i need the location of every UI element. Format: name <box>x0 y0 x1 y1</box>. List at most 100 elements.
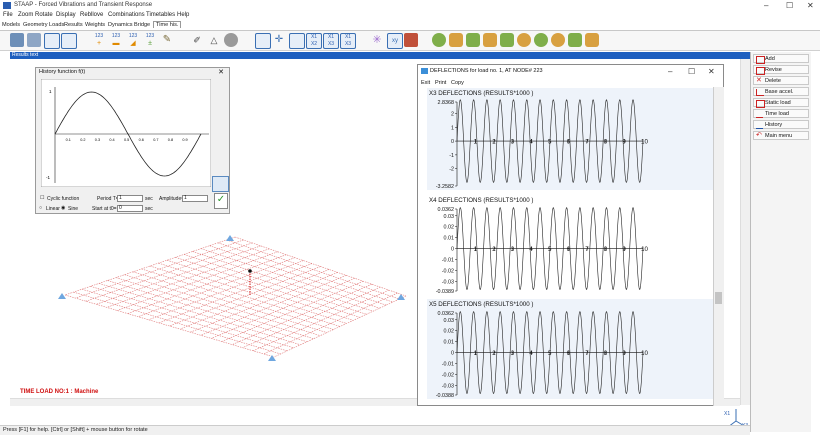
chart-y-tick-label: -0.01 <box>442 362 454 368</box>
amplitude-input[interactable]: 1 <box>182 195 208 202</box>
menu-rotate[interactable]: Rotate <box>35 12 53 18</box>
linear-label: Linear <box>46 206 60 212</box>
cube-view-icon[interactable] <box>27 33 41 47</box>
maximize-button[interactable]: ☐ <box>786 1 793 10</box>
side-item-label: Static load <box>765 100 791 106</box>
chart-window-icon <box>421 68 428 74</box>
side-item-history[interactable]: History <box>753 120 809 129</box>
deflections-window: DEFLECTIONS for load no. 1, AT NODE# 223… <box>417 64 724 406</box>
side-item-static-load[interactable]: Static load <box>753 98 809 108</box>
minimize-button[interactable]: – <box>764 1 768 10</box>
history-x-tick-label: 0.9 <box>182 138 187 142</box>
node-icon[interactable]: ✛ <box>272 33 286 47</box>
tab-dynamics[interactable]: Dynamics <box>108 22 133 28</box>
menu-help[interactable]: Help <box>177 12 189 18</box>
shape-2-icon[interactable] <box>449 33 463 47</box>
shape-10-icon[interactable] <box>585 33 599 47</box>
history-preview-icon[interactable] <box>212 176 229 192</box>
period-input[interactable]: 1 <box>117 195 143 202</box>
load-123-stack-icon[interactable]: 123 ± <box>143 33 157 47</box>
load-123-slope-icon[interactable]: 123 ◢ <box>126 33 140 47</box>
support-markers <box>58 235 405 361</box>
deflections-vertical-scrollbar[interactable] <box>713 87 724 406</box>
linear-radio[interactable]: ○ <box>39 205 42 211</box>
x1-icon[interactable]: X1 X2 <box>306 33 322 49</box>
chart-y-tick-label: -0.0388 <box>436 393 454 399</box>
load-123-plus-icon[interactable]: 123 + <box>92 33 106 47</box>
history-icon <box>756 122 763 129</box>
side-item-revise[interactable]: Revise <box>753 65 809 75</box>
shape-4-icon[interactable] <box>483 33 497 47</box>
cyclic-checkbox[interactable]: ☐ <box>40 195 44 201</box>
chart-title: X3 DEFLECTIONS (RESULTS*1000 ) <box>429 90 533 97</box>
tab-bridge[interactable]: Bridge <box>134 22 150 28</box>
side-item-time-load[interactable]: Time load <box>753 109 809 118</box>
brush-icon[interactable]: ✎ <box>160 33 174 47</box>
shape-9-icon[interactable] <box>568 33 582 47</box>
load-123-minus-icon[interactable]: 123 ▬ <box>109 33 123 47</box>
shape-7-icon[interactable] <box>534 33 548 47</box>
tab-loads[interactable]: Loads <box>49 22 64 28</box>
menu-combinations[interactable]: Combinations <box>108 12 145 18</box>
ok-checkmark-button[interactable]: ✓ <box>214 193 228 209</box>
side-item-base-accel[interactable]: Base accel. <box>753 87 809 96</box>
x2-icon[interactable]: X1 X3 <box>323 33 339 49</box>
history-close-button[interactable]: ✕ <box>218 68 224 76</box>
xy-icon[interactable]: xy <box>387 33 403 49</box>
shape-6-icon[interactable] <box>517 33 531 47</box>
deflections-close-button[interactable]: ✕ <box>708 67 715 76</box>
deflections-minimize-button[interactable]: – <box>668 67 672 76</box>
shape-3-icon[interactable] <box>466 33 480 47</box>
menu-timetables[interactable]: Timetables <box>146 12 175 18</box>
tab-results[interactable]: Results <box>64 22 83 28</box>
chart-x-tick-label: 3 <box>511 350 515 357</box>
side-command-panel: Add Revise ✕ Delete Base accel. Static lo… <box>750 52 811 432</box>
layers-icon[interactable] <box>224 33 238 47</box>
menu-copy[interactable]: Copy <box>451 80 464 86</box>
deflections-maximize-button[interactable]: ☐ <box>688 67 695 76</box>
chart-y-tick-label: 0.01 <box>444 236 455 242</box>
tab-weights[interactable]: Weights <box>85 22 105 28</box>
color-icon[interactable] <box>404 33 418 47</box>
side-item-main-menu[interactable]: ↶ Main menu <box>753 131 809 140</box>
x3-icon[interactable]: X1 X3 <box>340 33 356 49</box>
3d-view-icon[interactable] <box>10 33 24 47</box>
chart-x-tick-label: 7 <box>585 350 589 357</box>
side-item-add[interactable]: Add <box>753 54 809 64</box>
chart-y-tick-label: 0.02 <box>444 329 455 335</box>
menu-exit[interactable]: Exit <box>421 80 430 86</box>
side-item-delete[interactable]: ✕ Delete <box>753 76 809 85</box>
export-icon[interactable] <box>255 33 271 49</box>
shape-5-icon[interactable] <box>500 33 514 47</box>
start-input[interactable]: 0 <box>117 205 143 212</box>
start-unit: sec <box>145 206 153 212</box>
menu-display[interactable]: Display <box>56 12 76 18</box>
tab-time-history[interactable]: Time his. <box>153 21 182 28</box>
chart-x-tick-label: 10 <box>641 139 648 146</box>
menu-rebllove[interactable]: Rebllove <box>80 12 103 18</box>
side-item-label: Revise <box>765 67 782 73</box>
support-icon[interactable]: △ <box>207 33 221 47</box>
shape-1-icon[interactable] <box>432 33 446 47</box>
history-x-tick-label: 0.3 <box>95 138 100 142</box>
deflections-scroll-thumb[interactable] <box>715 292 722 304</box>
pencil-icon[interactable]: ✐ <box>190 33 204 47</box>
tab-models[interactable]: Models <box>2 22 20 28</box>
history-function-dialog: History function f(t) ✕ 0.1 0.2 0.3 0.4 0.5 0… <box>35 67 230 214</box>
menu-print[interactable]: Print <box>435 80 446 86</box>
cyclic-label: Cyclic function <box>47 196 80 202</box>
tab-geometry[interactable]: Geometry <box>23 22 48 28</box>
fit-view-icon[interactable] <box>44 33 60 49</box>
rotate-icon[interactable] <box>61 33 77 49</box>
star-icon[interactable]: ✳ <box>370 33 384 47</box>
sine-radio[interactable]: ◉ <box>61 205 65 211</box>
menu-file[interactable]: File <box>3 12 13 18</box>
start-label: Start at t0= <box>92 206 117 212</box>
side-item-label: Delete <box>765 78 781 84</box>
copy-icon[interactable] <box>289 33 305 49</box>
chart-y-tick-label: 0.02 <box>444 225 455 231</box>
chart-y-tick-label: -3.2582 <box>436 184 454 190</box>
close-button[interactable]: ✕ <box>807 1 814 10</box>
menu-zoom[interactable]: Zoom <box>18 12 33 18</box>
shape-8-icon[interactable] <box>551 33 565 47</box>
